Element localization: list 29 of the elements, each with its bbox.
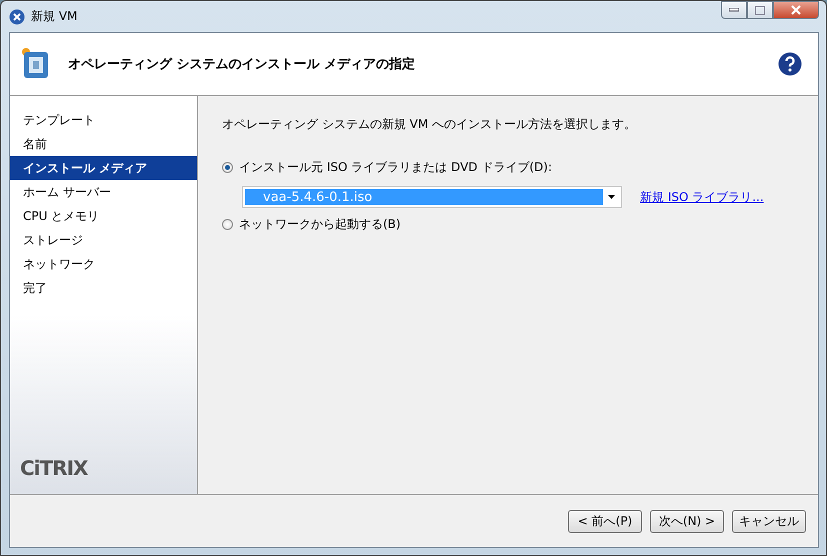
caret-icon — [608, 195, 614, 199]
sidebar-item[interactable]: インストール メディア — [10, 156, 197, 180]
sidebar-item[interactable]: ネットワーク — [10, 252, 197, 276]
logo: CiTRIX — [20, 456, 88, 480]
wizard-button[interactable]: < 前へ(P) — [568, 510, 642, 532]
page-heading: オペレーティング システムのインストール メディアの指定 — [68, 56, 416, 73]
radio-label[interactable]: ネットワークから起動する(B) — [239, 216, 401, 233]
radio-label[interactable]: インストール元 ISO ライブラリまたは DVD ドライブ(D): — [239, 159, 552, 176]
maximize-icon — [755, 6, 765, 14]
wizard-button[interactable]: キャンセル — [732, 510, 806, 532]
close-button[interactable] — [773, 1, 819, 19]
sidebar-item[interactable]: 完了 — [10, 276, 197, 300]
radio-button[interactable] — [222, 162, 233, 173]
new-iso-library-link[interactable]: 新規 ISO ライブラリ... — [640, 188, 764, 206]
window-title: 新規 VM — [31, 8, 78, 25]
wizard-button[interactable]: 次へ(N) > — [650, 510, 724, 532]
close-icon — [791, 5, 801, 15]
close-icon — [9, 8, 25, 24]
help-icon[interactable] — [778, 52, 802, 76]
instruction-text: オペレーティング システムの新規 VM へのインストール方法を選択します。 — [222, 116, 636, 133]
sidebar-item[interactable]: 名前 — [10, 132, 197, 156]
sidebar-item[interactable]: ホーム サーバー — [10, 180, 197, 204]
minimize-button[interactable] — [721, 1, 747, 19]
sidebar-item[interactable]: ストレージ — [10, 228, 197, 252]
minimize-icon — [729, 8, 739, 12]
sidebar-item[interactable]: CPU とメモリ — [10, 204, 197, 228]
radio-button[interactable] — [222, 219, 233, 230]
sidebar-item[interactable]: テンプレート — [10, 108, 197, 132]
maximize-button[interactable] — [747, 1, 773, 19]
